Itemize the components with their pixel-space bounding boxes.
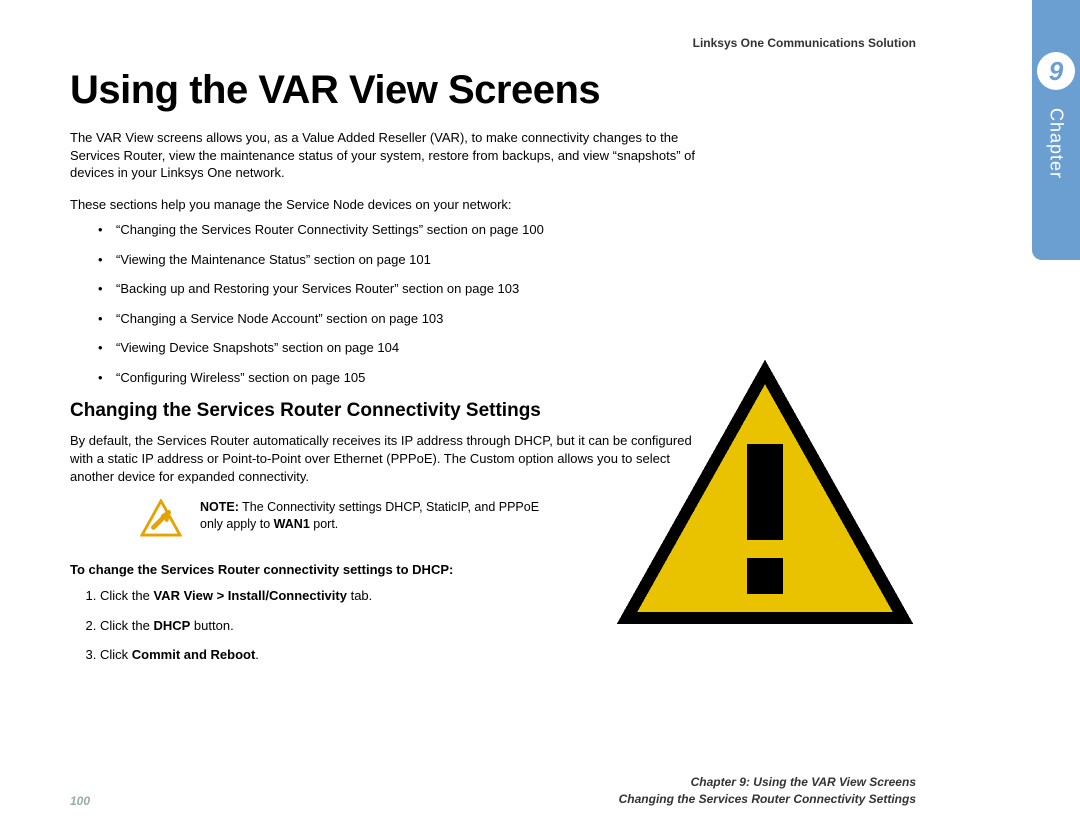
chapter-side-tab: 9 Chapter — [1032, 0, 1080, 260]
step-item: Click Commit and Reboot. — [100, 646, 916, 664]
note-text-b: port. — [310, 517, 339, 531]
warning-triangle-icon — [140, 499, 182, 542]
note-text: NOTE: The Connectivity settings DHCP, St… — [200, 499, 560, 533]
step-text: button. — [190, 618, 233, 633]
page-number: 100 — [70, 794, 90, 808]
note-label: NOTE: — [200, 500, 239, 514]
note-bold: WAN1 — [274, 517, 310, 531]
warning-triangle-large-icon — [610, 360, 920, 630]
running-header: Linksys One Communications Solution — [70, 36, 916, 50]
intro-paragraph-2: These sections help you manage the Servi… — [70, 196, 710, 214]
step-text: tab. — [347, 588, 372, 603]
page-footer: 100 Chapter 9: Using the VAR View Screen… — [70, 774, 916, 808]
chapter-number-badge: 9 — [1037, 52, 1075, 90]
section-toc: “Changing the Services Router Connectivi… — [116, 221, 676, 386]
chapter-label-vertical: Chapter — [1046, 108, 1067, 179]
step-text: Click the — [100, 588, 153, 603]
note-callout: NOTE: The Connectivity settings DHCP, St… — [140, 499, 560, 542]
footer-section-ref: Changing the Services Router Connectivit… — [619, 791, 916, 808]
step-bold: DHCP — [153, 618, 190, 633]
chapter-title: Using the VAR View Screens — [70, 68, 916, 113]
footer-chapter-ref: Chapter 9: Using the VAR View Screens — [619, 774, 916, 791]
step-bold: Commit and Reboot — [132, 647, 256, 662]
step-text: Click the — [100, 618, 153, 633]
step-bold: VAR View > Install/Connectivity — [153, 588, 347, 603]
toc-item: “Viewing the Maintenance Status” section… — [116, 251, 676, 269]
step-text: . — [255, 647, 259, 662]
toc-item: “Changing a Service Node Account” sectio… — [116, 310, 676, 328]
note-text-a: The Connectivity settings DHCP, StaticIP… — [200, 500, 539, 531]
intro-paragraph-1: The VAR View screens allows you, as a Va… — [70, 129, 710, 182]
step-text: Click — [100, 647, 132, 662]
toc-item: “Backing up and Restoring your Services … — [116, 280, 676, 298]
toc-item: “Configuring Wireless” section on page 1… — [116, 369, 676, 387]
toc-item: “Changing the Services Router Connectivi… — [116, 221, 676, 239]
toc-item: “Viewing Device Snapshots” section on pa… — [116, 339, 676, 357]
